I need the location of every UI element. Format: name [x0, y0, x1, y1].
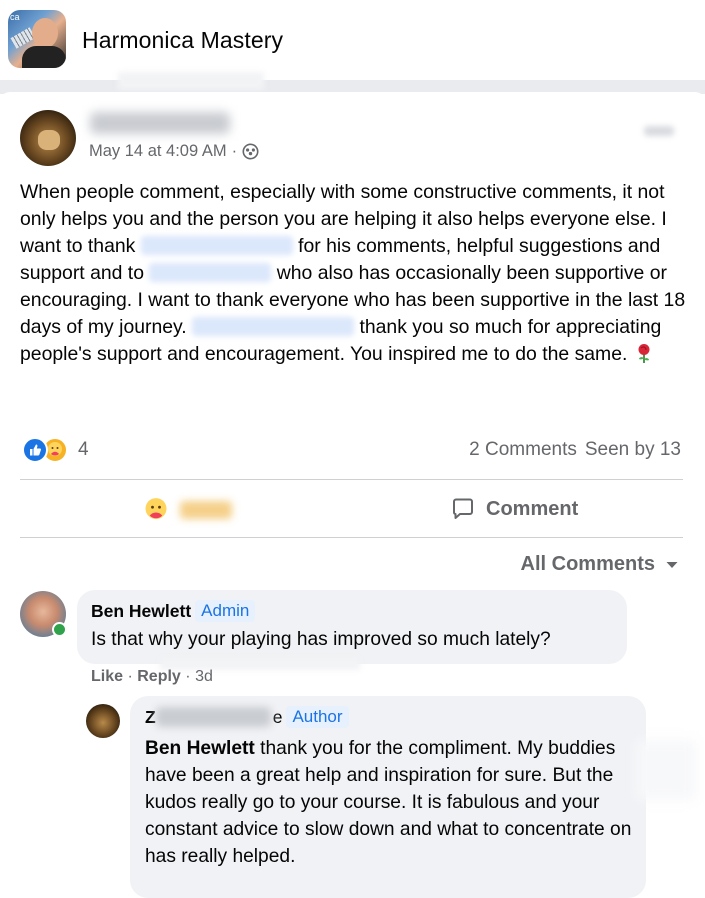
- avatar-shirt: [22, 46, 66, 68]
- comment-author[interactable]: Ben Hewlett: [91, 601, 191, 622]
- timestamp-text: May 14 at 4:09 AM: [89, 142, 227, 160]
- reply-author-avatar[interactable]: [86, 704, 120, 738]
- care-reaction-button[interactable]: [142, 496, 232, 524]
- post-actions: Comment: [20, 480, 683, 538]
- reaction-count: 4: [78, 439, 89, 460]
- reply-mention[interactable]: Ben Hewlett: [145, 738, 255, 759]
- mention-redacted-2[interactable]: [149, 263, 272, 282]
- mention-redacted-3[interactable]: [192, 317, 355, 336]
- reply-link[interactable]: Reply: [137, 668, 181, 685]
- reply-bubble: Z e Author Ben Hewlett thank you for the…: [130, 696, 646, 898]
- group-header: ca Harmonica Mastery: [0, 0, 705, 82]
- comments-count[interactable]: 2 Comments: [469, 439, 577, 461]
- author-badge: Author: [286, 706, 349, 728]
- separator-dot: ·: [185, 668, 196, 685]
- comment-age[interactable]: 3d: [195, 668, 213, 685]
- redacted-region: [118, 72, 264, 90]
- like-reaction-icon: [22, 437, 48, 463]
- admin-badge: Admin: [195, 600, 256, 622]
- like-link[interactable]: Like: [91, 668, 123, 685]
- comment-sort-label: All Comments: [520, 553, 655, 575]
- mention-redacted-1[interactable]: [140, 236, 293, 255]
- reply-author-redacted[interactable]: [155, 707, 271, 727]
- online-status-indicator: [52, 622, 67, 637]
- reply-author-initial[interactable]: Z: [145, 707, 156, 728]
- separator-dot: ·: [127, 668, 138, 685]
- avatar-tag: ca: [10, 12, 20, 22]
- comment-sort-selector[interactable]: All Comments: [521, 553, 679, 576]
- post-stats: 2 Comments Seen by 13: [469, 439, 681, 461]
- group-members-icon: [242, 143, 259, 160]
- poster-avatar[interactable]: [20, 110, 76, 166]
- post-timestamp[interactable]: May 14 at 4:09 AM ·: [89, 142, 259, 161]
- reply-header: Z e Author: [145, 706, 349, 728]
- care-label-redacted: [180, 501, 232, 519]
- care-button-icon: [145, 498, 167, 520]
- poster-name-redacted[interactable]: [90, 112, 230, 134]
- reply-text: Ben Hewlett thank you for the compliment…: [145, 735, 635, 870]
- comment-header: Ben Hewlett Admin: [91, 600, 256, 622]
- comment-button-label: Comment: [486, 497, 579, 520]
- chevron-down-icon: [666, 561, 678, 568]
- comment-button[interactable]: Comment: [450, 496, 578, 522]
- reply-author-tail: e: [272, 706, 283, 727]
- divider: [20, 537, 683, 538]
- comment-text: Is that why your playing has improved so…: [91, 629, 551, 650]
- group-title[interactable]: Harmonica Mastery: [82, 27, 283, 54]
- rose-emoji-icon: [633, 342, 655, 372]
- seen-by-count[interactable]: Seen by 13: [585, 439, 681, 461]
- post-body: When people comment, especially with som…: [20, 179, 688, 372]
- separator-dot: ·: [231, 142, 238, 160]
- avatar-face: [32, 18, 58, 48]
- comment-actions: Like · Reply · 3d: [91, 668, 213, 686]
- comment-icon: [453, 498, 473, 519]
- reactions-summary[interactable]: 4: [22, 437, 89, 463]
- comment-bubble: Ben Hewlett Admin Is that why your playi…: [77, 590, 627, 664]
- group-avatar[interactable]: ca: [8, 10, 66, 68]
- more-options-redacted[interactable]: [644, 126, 674, 136]
- redacted-region: [636, 740, 696, 800]
